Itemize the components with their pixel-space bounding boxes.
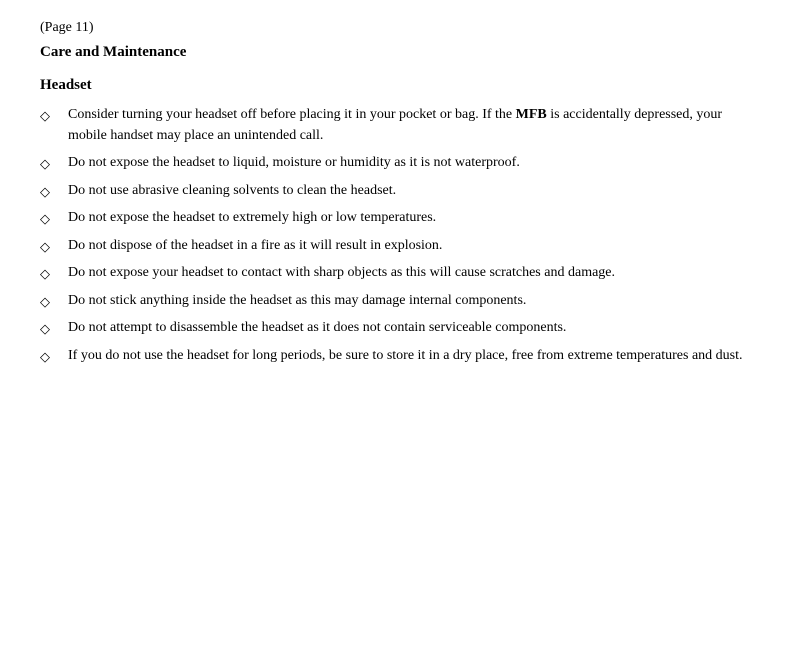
headset-section: Headset ◇ Consider turning your headset … (40, 77, 764, 366)
diamond-icon-5: ◇ (40, 235, 68, 257)
bullet-text-1: Consider turning your headset off before… (68, 104, 764, 146)
diamond-icon-1: ◇ (40, 104, 68, 126)
diamond-icon-2: ◇ (40, 152, 68, 174)
section-title: Care and Maintenance (40, 44, 764, 61)
page-number: (Page 11) (40, 20, 764, 36)
diamond-icon-4: ◇ (40, 207, 68, 229)
diamond-icon-8: ◇ (40, 317, 68, 339)
list-item: ◇ Consider turning your headset off befo… (40, 104, 764, 146)
bullet-text-8: Do not attempt to disassemble the headse… (68, 317, 764, 338)
bullet-text-4: Do not expose the headset to extremely h… (68, 207, 764, 228)
list-item: ◇ Do not expose your headset to contact … (40, 262, 764, 284)
diamond-icon-9: ◇ (40, 345, 68, 367)
list-item: ◇ Do not attempt to disassemble the head… (40, 317, 764, 339)
bullet-text-2: Do not expose the headset to liquid, moi… (68, 152, 764, 173)
bullet-text-5: Do not dispose of the headset in a fire … (68, 235, 764, 256)
bullet-text-9: If you do not use the headset for long p… (68, 345, 764, 366)
subsection-title: Headset (40, 77, 764, 94)
bullet-list: ◇ Consider turning your headset off befo… (40, 104, 764, 366)
diamond-icon-7: ◇ (40, 290, 68, 312)
diamond-icon-6: ◇ (40, 262, 68, 284)
bullet-text-7: Do not stick anything inside the headset… (68, 290, 764, 311)
list-item: ◇ Do not use abrasive cleaning solvents … (40, 180, 764, 202)
list-item: ◇ Do not dispose of the headset in a fir… (40, 235, 764, 257)
list-item: ◇ If you do not use the headset for long… (40, 345, 764, 367)
list-item: ◇ Do not expose the headset to liquid, m… (40, 152, 764, 174)
bullet-text-3: Do not use abrasive cleaning solvents to… (68, 180, 764, 201)
diamond-icon-3: ◇ (40, 180, 68, 202)
list-item: ◇ Do not expose the headset to extremely… (40, 207, 764, 229)
mfb-bold: MFB (516, 107, 547, 122)
bullet-text-6: Do not expose your headset to contact wi… (68, 262, 764, 283)
list-item: ◇ Do not stick anything inside the heads… (40, 290, 764, 312)
